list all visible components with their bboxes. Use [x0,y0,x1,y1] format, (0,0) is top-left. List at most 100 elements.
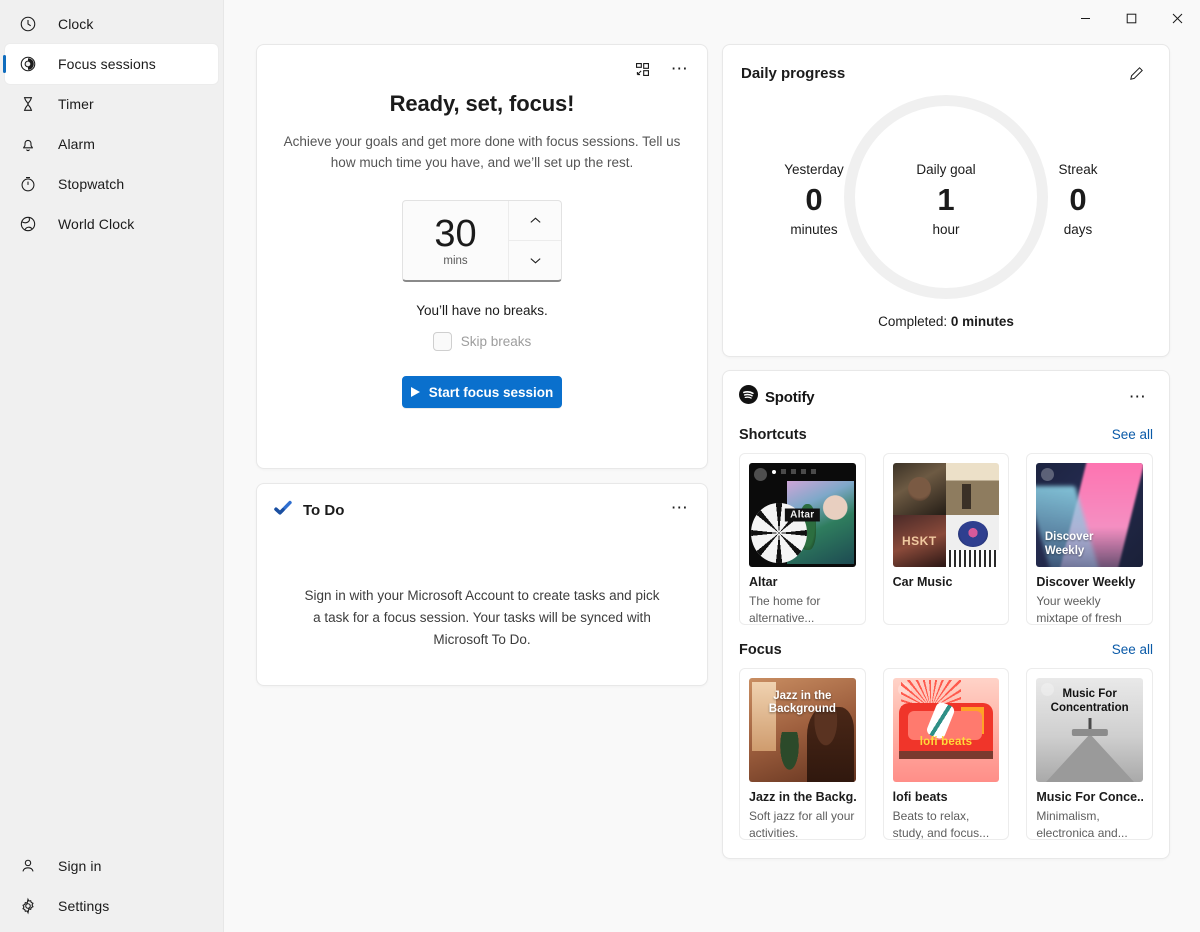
stat-label: Daily goal [891,162,1001,177]
start-focus-session-button[interactable]: Start focus session [402,376,562,408]
mosaic-cell-3: HSKT [893,515,946,567]
sidebar-item-label: Timer [58,96,94,112]
altar-art-text: Altar [785,509,819,522]
stopwatch-icon [18,174,38,194]
stat-value: 1 [891,180,1001,220]
list-item[interactable]: Music ForConcentration Music For Conce..… [1026,668,1153,840]
mfc-deck [1072,729,1108,736]
list-item[interactable]: Jazz in theBackground Jazz in the Backg.… [739,668,866,840]
gear-icon [18,896,38,916]
focus-grid: Jazz in theBackground Jazz in the Backg.… [739,668,1153,840]
sidebar-item-label: Stopwatch [58,176,124,192]
hourglass-icon [18,94,38,114]
list-item[interactable]: lofi beats lofi beats Beats to relax, st… [883,668,1010,840]
spotify-card: Spotify ⋯ Shortcuts See all [722,370,1170,859]
lofi-art-text: lofi beats [920,736,972,748]
sidebar-item-alarm[interactable]: Alarm [5,124,218,164]
skip-breaks-label: Skip breaks [461,334,532,349]
stat-label: Streak [1023,162,1133,177]
start-button-label: Start focus session [429,385,554,400]
mosaic-cell-1 [893,463,946,515]
mfc-art-text: Music ForConcentration [1042,688,1138,715]
sidebar-bottom-group: Sign in Settings [0,846,223,932]
section-title: Shortcuts [739,427,807,443]
mosaic-cell-2 [946,463,999,515]
see-all-focus-link[interactable]: See all [1112,642,1153,657]
see-all-shortcuts-link[interactable]: See all [1112,427,1153,442]
sidebar-item-world-clock[interactable]: World Clock [5,204,218,244]
focus-session-card: ⋯ Ready, set, focus! Achieve your goals … [256,44,708,469]
stat-yesterday: Yesterday 0 minutes [759,162,869,237]
tile-description: Your weekly mixtape of fresh music. Enj.… [1036,593,1143,625]
more-options-icon[interactable]: ⋯ [1123,383,1153,411]
spotify-badge-icon [754,468,767,481]
close-button[interactable] [1154,0,1200,36]
main-content-area: ⋯ Ready, set, focus! Achieve your goals … [224,0,1200,932]
focus-sessions-icon [18,54,38,74]
content-columns: ⋯ Ready, set, focus! Achieve your goals … [224,0,1200,859]
sidebar-item-clock[interactable]: Clock [5,4,218,44]
stat-unit: hour [891,222,1001,237]
todo-header: To Do [273,498,691,523]
globe-icon [18,214,38,234]
pencil-icon[interactable] [1121,59,1151,87]
mosaic-cell-4 [946,515,999,567]
minimize-button[interactable] [1062,0,1108,36]
album-art-music-for-concentration: Music ForConcentration [1036,678,1143,782]
skip-breaks-row[interactable]: Skip breaks [257,332,707,351]
list-item[interactable]: Altar Altar The home for alternative... [739,453,866,625]
stat-value: 0 [1023,180,1133,220]
tile-title: Car Music [893,575,1000,589]
maximize-button[interactable] [1108,0,1154,36]
stat-streak: Streak 0 days [1023,162,1133,237]
quantity-stepper[interactable]: 30 mins [402,200,562,282]
sidebar-item-settings[interactable]: Settings [5,886,218,926]
lofi-couch-base [899,751,993,759]
mini-view-icon[interactable] [627,55,657,83]
altar-dots [772,469,816,474]
spotify-brand-label: Spotify [765,389,814,406]
spotify-header: Spotify ⋯ [739,384,1153,410]
sidebar-item-label: Clock [58,16,94,32]
tile-title: Jazz in the Backg... [749,790,856,804]
list-item[interactable]: DiscoverWeekly Discover Weekly Your week… [1026,453,1153,625]
chevron-up-icon[interactable] [509,201,561,241]
sidebar-item-focus-sessions[interactable]: Focus sessions [5,44,218,84]
more-options-icon[interactable]: ⋯ [665,55,695,83]
jazz-person [807,707,854,782]
focus-card-actions: ⋯ [627,55,695,83]
todo-check-icon [273,498,293,523]
chevron-down-icon[interactable] [509,241,561,281]
sidebar-item-label: World Clock [58,216,134,232]
person-icon [18,856,38,876]
sidebar-item-label: Settings [58,898,109,914]
tile-title: Discover Weekly [1036,575,1143,589]
jazz-plant [777,732,803,778]
breaks-status-text: You’ll have no breaks. [257,303,707,318]
bell-icon [18,134,38,154]
stat-label: Yesterday [759,162,869,177]
duration-value-group[interactable]: 30 mins [403,201,509,280]
stat-unit: days [1023,222,1133,237]
focus-card-subtitle: Achieve your goals and get more done wit… [282,131,682,173]
duration-stepper-wrapper: 30 mins [257,200,707,282]
album-art-jazz: Jazz in theBackground [749,678,856,782]
ellipsis-glyph: ⋯ [671,504,690,512]
tile-description: Soft jazz for all your activities. [749,808,856,840]
more-options-icon[interactable]: ⋯ [665,494,695,522]
ellipsis-glyph: ⋯ [671,65,690,73]
ellipsis-glyph: ⋯ [1129,393,1148,401]
skip-breaks-checkbox[interactable] [433,332,452,351]
daily-progress-body: Yesterday 0 minutes Daily goal 1 hour St… [741,87,1151,312]
right-column: Daily progress Yesterday [722,44,1170,859]
list-item[interactable]: HSKT Car Music [883,453,1010,625]
tile-description: The home for alternative... [749,593,856,625]
sidebar-item-sign-in[interactable]: Sign in [5,846,218,886]
window-title-bar [1062,0,1200,36]
dw-art-text: DiscoverWeekly [1045,530,1094,558]
tile-description: Beats to relax, study, and focus... [893,808,1000,840]
sidebar-item-label: Sign in [58,858,102,874]
sidebar-item-stopwatch[interactable]: Stopwatch [5,164,218,204]
sidebar-item-timer[interactable]: Timer [5,84,218,124]
shortcuts-section-header: Shortcuts See all [739,427,1153,443]
